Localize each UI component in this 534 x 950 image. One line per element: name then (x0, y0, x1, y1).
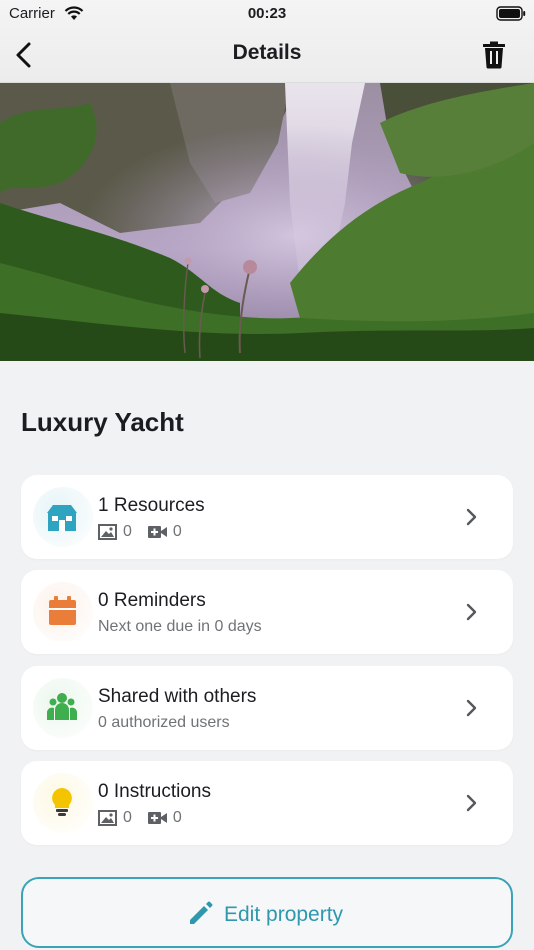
photo-count: 0 (123, 523, 132, 540)
video-count: 0 (172, 523, 182, 540)
edit-property-label: Edit property (224, 903, 344, 926)
instructions-title: 0 Instructions (98, 781, 211, 802)
house-icon (47, 505, 77, 531)
resources-meta: 0 0 (98, 523, 198, 541)
clock: 00:23 (247, 5, 287, 22)
pencil-icon (190, 901, 213, 924)
reminders-subtitle: Next one due in 0 days (98, 618, 262, 635)
battery-icon (496, 6, 526, 21)
trash-icon[interactable] (482, 41, 506, 69)
calendar-icon (49, 596, 76, 625)
instructions-meta: 0 0 (98, 809, 198, 827)
lightbulb-icon (52, 788, 72, 816)
people-icon (47, 693, 77, 720)
resources-title: 1 Resources (98, 495, 205, 516)
waterfall-photo (0, 83, 534, 361)
page-title: Details (232, 41, 302, 64)
chevron-right-icon (466, 508, 477, 526)
image-icon (98, 524, 117, 540)
image-icon (98, 810, 117, 826)
instructions-card[interactable]: 0 Instructions 0 0 (21, 761, 513, 845)
video-count: 0 (172, 809, 182, 826)
chevron-right-icon (466, 603, 477, 621)
shared-title: Shared with others (98, 686, 257, 707)
resources-card[interactable]: 1 Resources 0 0 (21, 475, 513, 559)
photo-count: 0 (123, 809, 132, 826)
edit-property-button[interactable]: Edit property (21, 877, 513, 948)
video-icon (147, 812, 167, 824)
property-name: Luxury Yacht (21, 407, 184, 437)
reminders-title: 0 Reminders (98, 590, 206, 611)
chevron-right-icon (466, 699, 477, 717)
reminders-card[interactable]: 0 Reminders Next one due in 0 days (21, 570, 513, 654)
status-bar: Carrier 00:23 (0, 0, 534, 28)
shared-subtitle: 0 authorized users (98, 714, 230, 731)
property-photo (0, 83, 534, 361)
navigation-header: Carrier 00:23 Details (0, 0, 534, 83)
shared-card[interactable]: Shared with others 0 authorized users (21, 666, 513, 750)
chevron-right-icon (466, 794, 477, 812)
video-icon (147, 526, 167, 538)
